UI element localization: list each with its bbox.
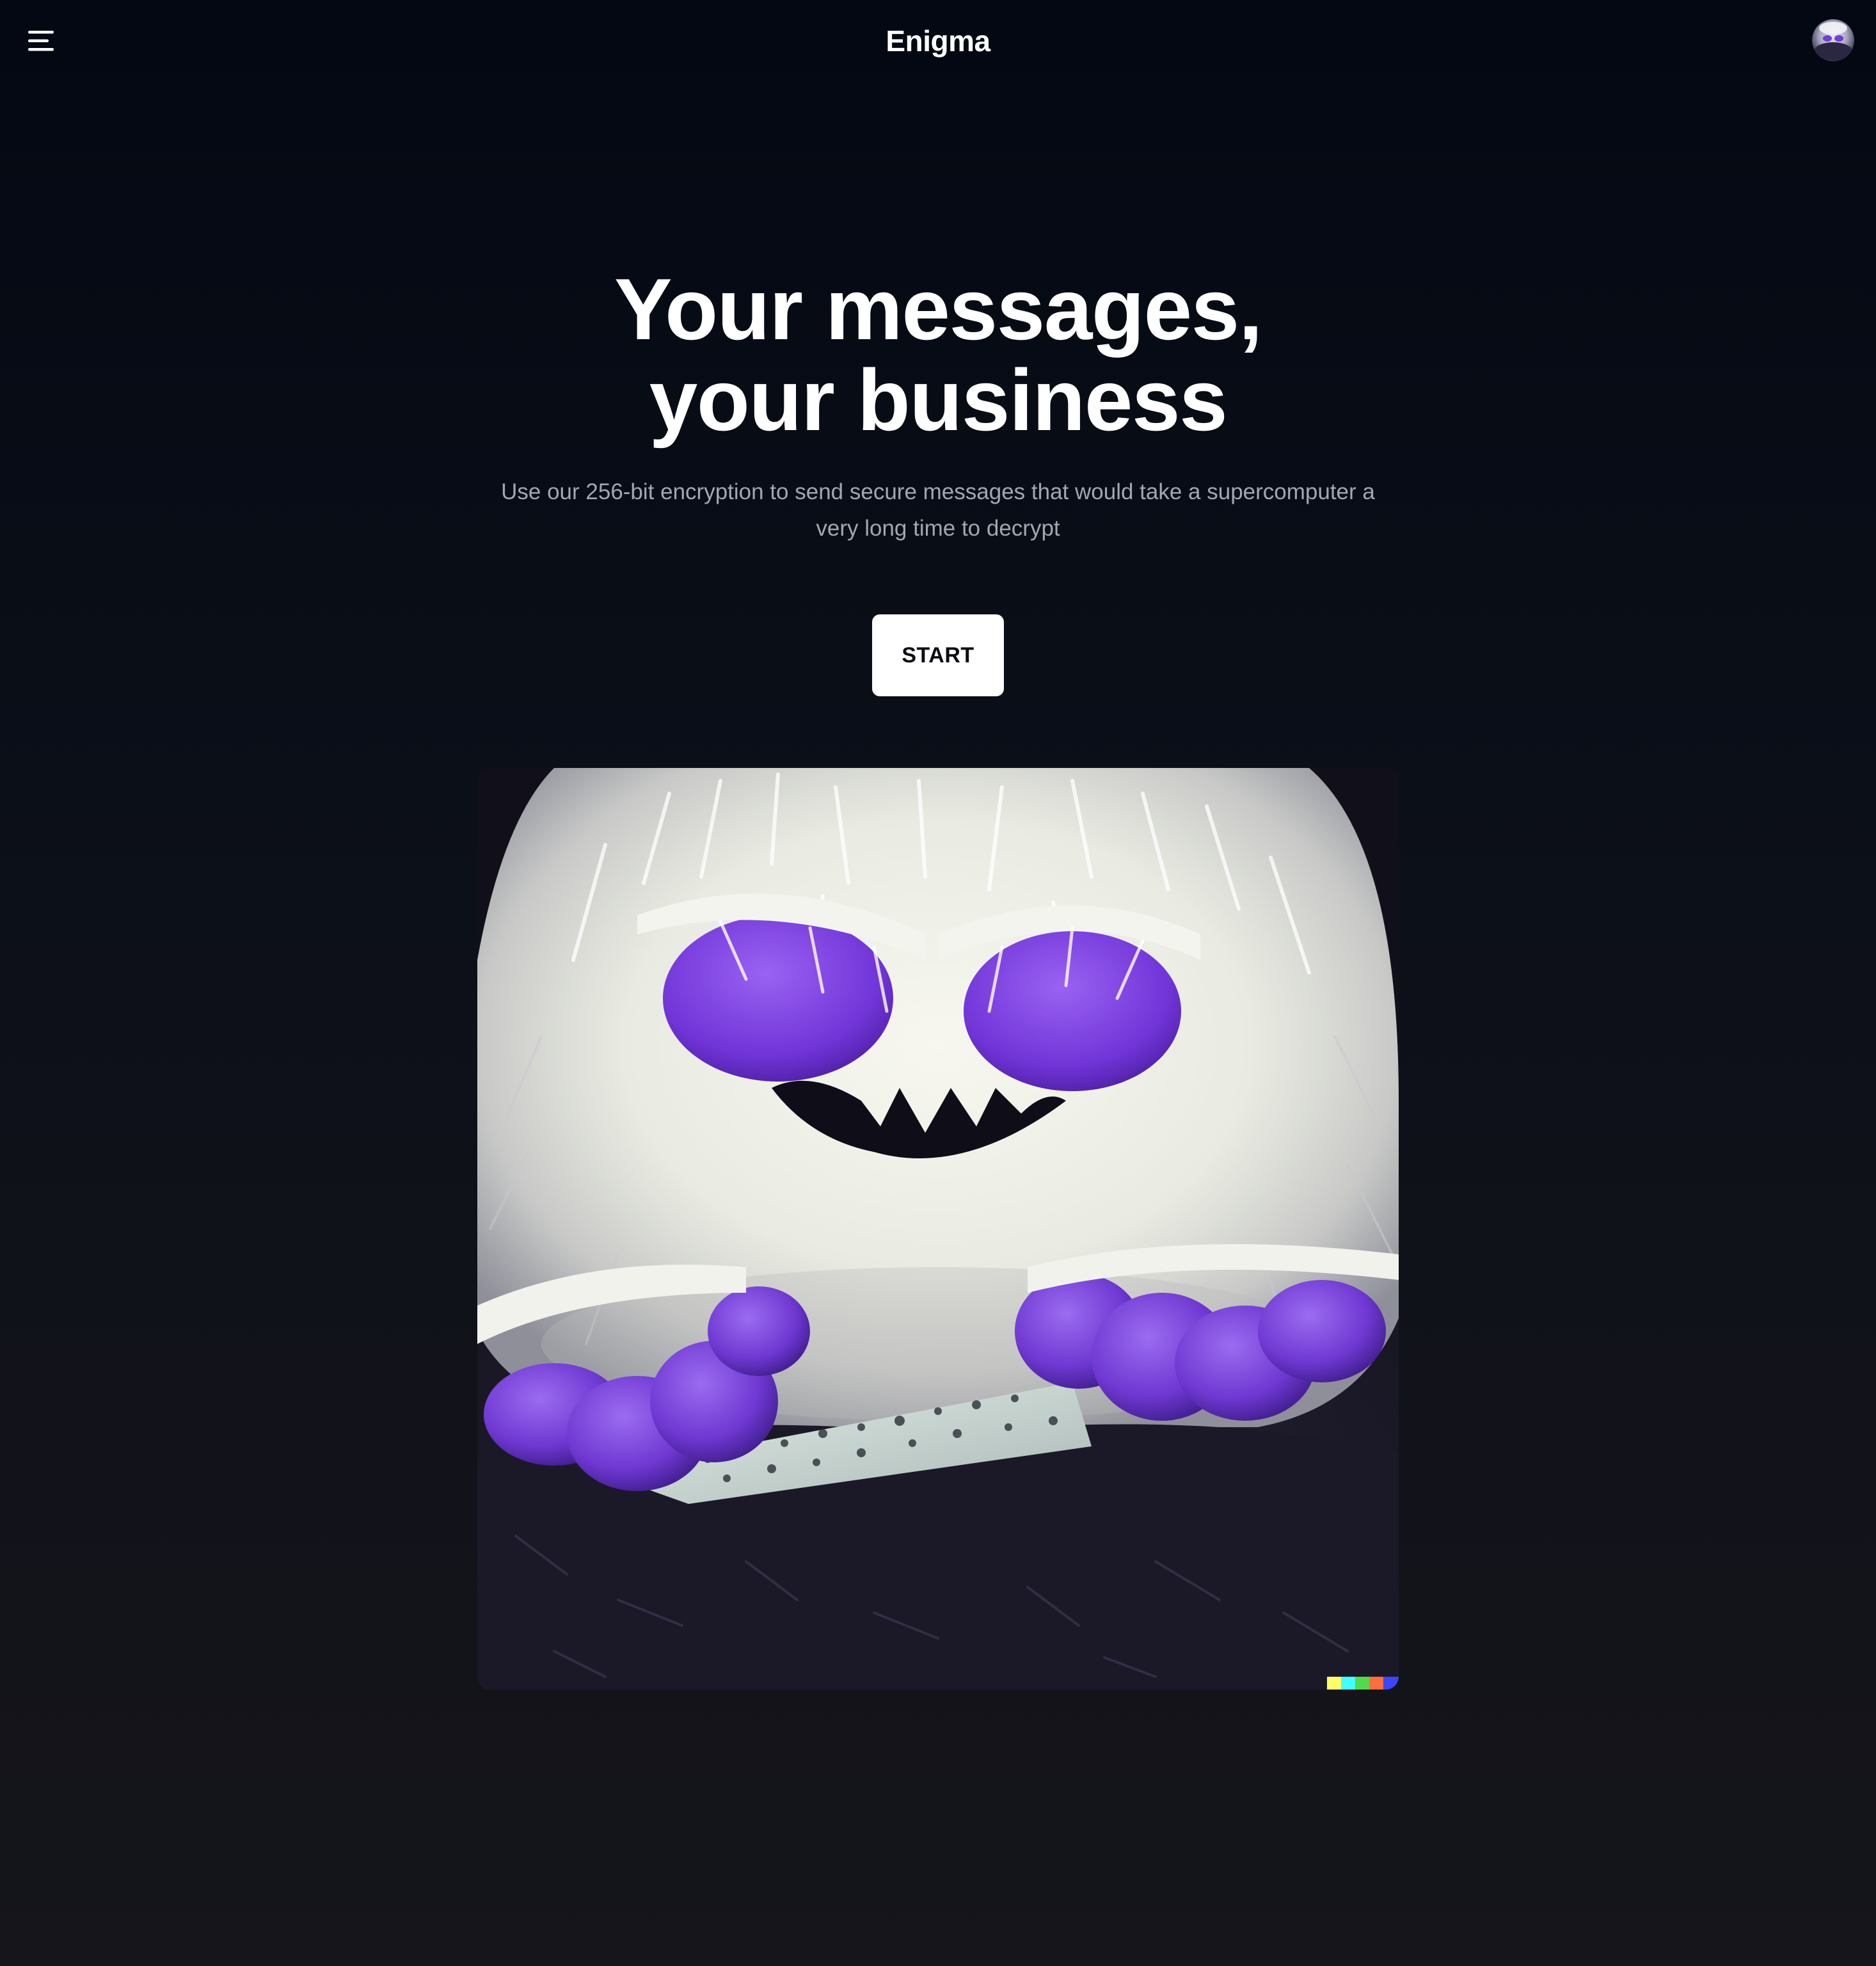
hero-illustration bbox=[477, 768, 1399, 1690]
top-nav: Enigma bbox=[0, 0, 1876, 83]
user-avatar[interactable] bbox=[1812, 19, 1854, 61]
hero-title-line2: your business bbox=[649, 351, 1228, 449]
brand-title: Enigma bbox=[886, 24, 990, 58]
hero-title-line1: Your messages, bbox=[614, 260, 1263, 358]
start-button[interactable]: START bbox=[872, 614, 1004, 696]
hero-title: Your messages, your business bbox=[0, 264, 1876, 445]
signature-strip bbox=[1327, 1677, 1399, 1690]
monster-illustration bbox=[477, 768, 1399, 1690]
user-avatar-icon bbox=[1812, 19, 1854, 61]
hero-subtitle: Use our 256-bit encryption to send secur… bbox=[501, 479, 1375, 541]
